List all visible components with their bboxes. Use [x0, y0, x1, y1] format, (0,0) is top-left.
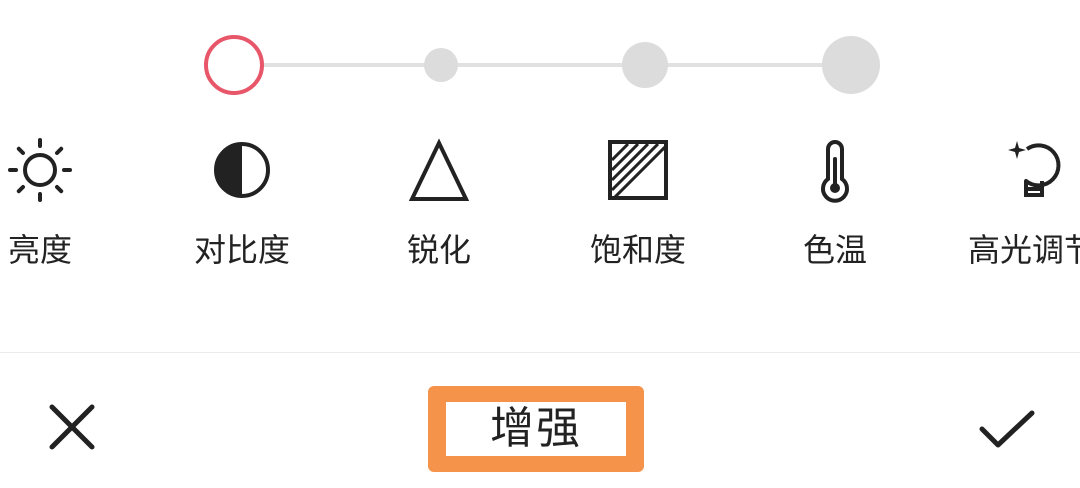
enhance-panel: 亮度 对比度 锐化 饱和度 色温 高光调节 增强 [0, 0, 1080, 488]
panel-title: 增强 [446, 402, 626, 456]
level-slider[interactable] [0, 0, 1080, 110]
tool-sharpen[interactable]: 锐化 [339, 130, 539, 280]
lightbulb-sparkle-icon [997, 135, 1067, 205]
slider-stop-1-selected[interactable] [204, 35, 264, 95]
tool-highlights[interactable]: 高光调节 [932, 130, 1080, 280]
close-icon [49, 404, 95, 450]
thermometer-icon [800, 135, 870, 205]
slider-stop-4[interactable] [822, 36, 880, 94]
tool-label: 亮度 [7, 231, 72, 269]
panel-title-highlight: 增强 [428, 386, 644, 472]
bottom-action-bar: 增强 [0, 353, 1080, 488]
half-circle-contrast-icon [207, 135, 277, 205]
slider-track [234, 63, 850, 67]
tool-label: 对比度 [193, 231, 290, 269]
slider-stop-2[interactable] [424, 48, 458, 82]
tool-saturation[interactable]: 饱和度 [538, 130, 738, 280]
tool-contrast[interactable]: 对比度 [142, 130, 342, 280]
adjustment-tools-row: 亮度 对比度 锐化 饱和度 色温 高光调节 [0, 130, 1080, 280]
cancel-button[interactable] [42, 397, 102, 457]
tool-label: 高光调节 [967, 231, 1080, 269]
checkmark-icon [979, 410, 1035, 448]
confirm-button[interactable] [974, 399, 1040, 459]
slider-stop-3[interactable] [622, 42, 668, 88]
tool-color-temperature[interactable]: 色温 [735, 130, 935, 280]
tool-brightness[interactable]: 亮度 [0, 130, 140, 280]
tool-label: 饱和度 [589, 231, 686, 269]
tool-label: 色温 [802, 231, 867, 269]
triangle-sharpen-icon [404, 135, 474, 205]
tool-label: 锐化 [406, 231, 471, 269]
sun-brightness-icon [5, 135, 75, 205]
hatched-square-saturation-icon [603, 135, 673, 205]
